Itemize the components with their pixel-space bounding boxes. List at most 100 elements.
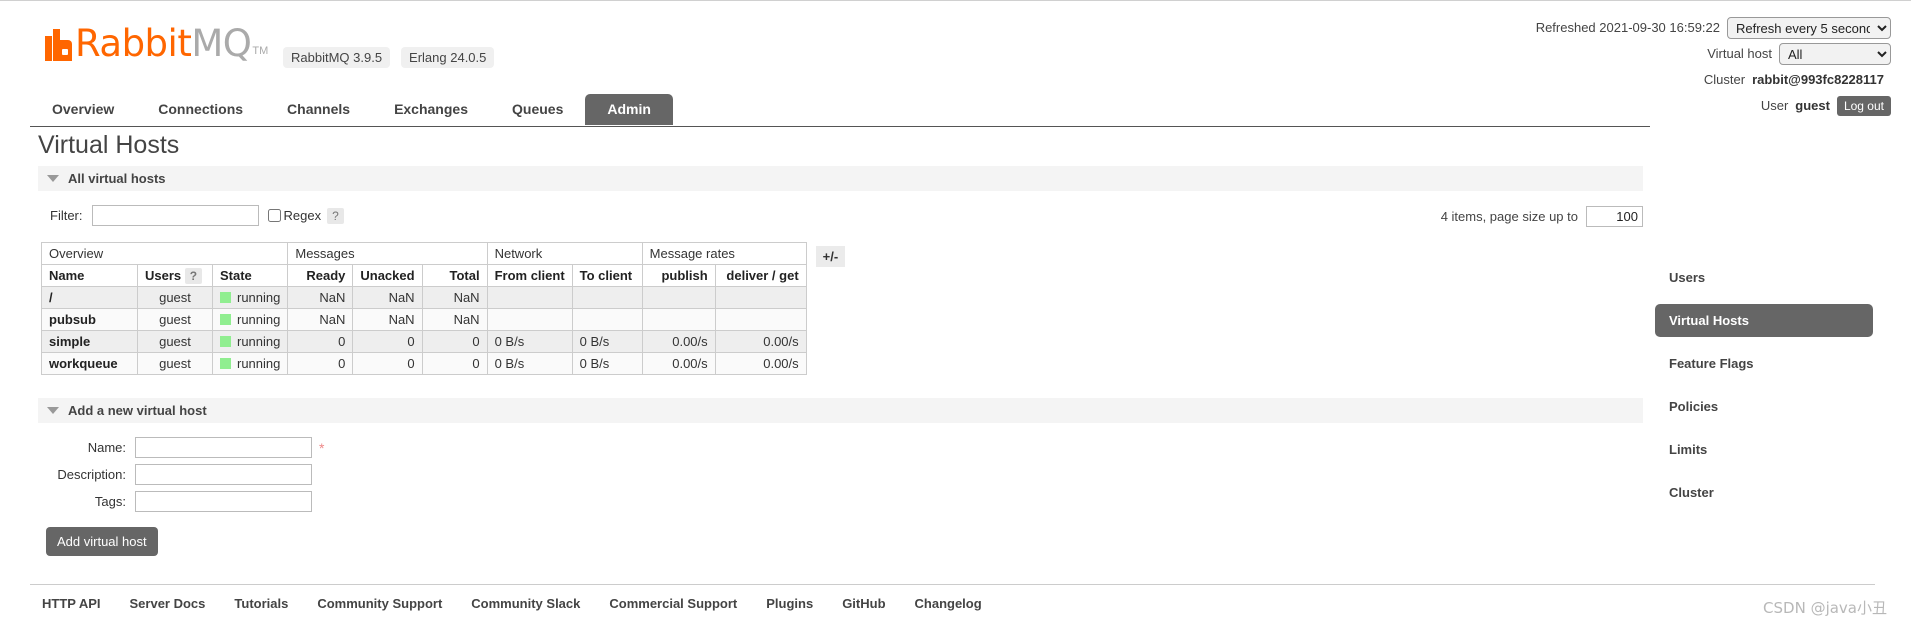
group-header-message-rates: Message rates <box>641 242 807 265</box>
logo-trademark: TM <box>252 45 269 57</box>
add-vhost-section: Add a new virtual host Name: * Descripti… <box>38 398 1643 556</box>
footer-link-http-api[interactable]: HTTP API <box>42 596 101 611</box>
cell-vhost-name[interactable]: pubsub <box>41 308 138 331</box>
col-header-publish[interactable]: publish <box>641 264 716 287</box>
nav-tab-channels[interactable]: Channels <box>265 94 372 125</box>
cell-unacked: 0 <box>352 352 423 375</box>
group-header-messages: Messages <box>287 242 488 265</box>
footer-link-community-slack[interactable]: Community Slack <box>471 596 580 611</box>
cell-deliver-get <box>714 308 807 331</box>
refresh-interval-select[interactable]: Refresh every 5 seconds <box>1727 16 1891 39</box>
nav-tab-admin[interactable]: Admin <box>585 94 673 125</box>
users-help-icon[interactable]: ? <box>184 268 203 284</box>
cell-state: running <box>211 352 289 375</box>
logo-text-mq: MQ <box>191 22 252 65</box>
cell-state: running <box>211 286 289 309</box>
table-row[interactable]: / guest running NaN NaN NaN <box>41 286 853 309</box>
required-marker: * <box>319 439 325 456</box>
state-indicator-icon <box>220 358 231 369</box>
state-text: running <box>237 356 281 371</box>
table-row[interactable]: workqueue guest running 0 0 0 0 B/s 0 B/… <box>41 352 853 375</box>
col-header-users[interactable]: Users ? <box>137 264 213 287</box>
footer-link-changelog[interactable]: Changelog <box>915 596 982 611</box>
cell-to-client: 0 B/s <box>571 330 643 353</box>
vhost-filter-select[interactable]: All <box>1779 42 1891 65</box>
nav-tab-queues[interactable]: Queues <box>490 94 585 125</box>
col-header-to-client[interactable]: To client <box>571 264 643 287</box>
vhost-name-input[interactable] <box>135 437 312 458</box>
virtual-hosts-table: Overview Messages Network Message rates … <box>40 242 853 375</box>
pagination-controls: 4 items, page size up to <box>1441 206 1643 227</box>
sidebar-item-limits[interactable]: Limits <box>1655 433 1873 466</box>
user-label: User <box>1760 98 1789 113</box>
filter-input[interactable] <box>91 205 259 226</box>
vhost-tags-input[interactable] <box>135 491 312 512</box>
cell-vhost-name[interactable]: simple <box>41 330 138 353</box>
footer-link-plugins[interactable]: Plugins <box>766 596 813 611</box>
cluster-name: rabbit@993fc8228117 <box>1752 72 1884 87</box>
filter-row: Filter: Regex ? 4 items, page size up to <box>38 205 1643 231</box>
cell-users: guest <box>137 308 213 331</box>
logout-button[interactable]: Log out <box>1836 95 1891 116</box>
cell-to-client <box>571 308 643 331</box>
footer-link-commercial-support[interactable]: Commercial Support <box>609 596 737 611</box>
cell-deliver-get <box>714 286 807 309</box>
filter-help-icon[interactable]: ? <box>327 207 344 224</box>
add-virtual-host-button[interactable]: Add virtual host <box>46 527 158 556</box>
col-header-unacked[interactable]: Unacked <box>352 264 423 287</box>
cell-publish <box>641 286 716 309</box>
state-indicator-icon <box>220 336 231 347</box>
sidebar-item-policies[interactable]: Policies <box>1655 390 1873 423</box>
nav-tab-connections[interactable]: Connections <box>136 94 265 125</box>
add-vhost-title: Add a new virtual host <box>68 403 207 418</box>
vhost-description-input[interactable] <box>135 464 312 485</box>
rabbitmq-management-page: Rabbit MQ TM RabbitMQ 3.9.5 Erlang 24.0.5… <box>0 0 1911 624</box>
nav-tab-exchanges[interactable]: Exchanges <box>372 94 490 125</box>
cell-state: running <box>211 330 289 353</box>
cell-to-client: 0 B/s <box>571 352 643 375</box>
all-virtual-hosts-section-header[interactable]: All virtual hosts <box>38 166 1643 191</box>
rabbitmq-logo-icon <box>45 29 72 61</box>
state-text: running <box>237 290 281 305</box>
rabbitmq-logo[interactable]: Rabbit MQ TM <box>45 22 269 65</box>
footer-link-server-docs[interactable]: Server Docs <box>130 596 206 611</box>
cell-from-client <box>486 308 573 331</box>
column-toggle-cell: +/- <box>806 242 853 287</box>
table-row[interactable]: simple guest running 0 0 0 0 B/s 0 B/s 0… <box>41 330 853 353</box>
footer-link-github[interactable]: GitHub <box>842 596 885 611</box>
cell-vhost-name[interactable]: / <box>41 286 138 309</box>
nav-underline <box>30 126 1650 127</box>
regex-checkbox[interactable] <box>267 209 281 222</box>
col-header-deliver-get[interactable]: deliver / get <box>714 264 807 287</box>
version-badges: RabbitMQ 3.9.5 Erlang 24.0.5 <box>283 47 495 68</box>
name-field-label: Name: <box>87 440 126 455</box>
collapse-triangle-icon <box>47 407 59 414</box>
col-header-state[interactable]: State <box>211 264 289 287</box>
virtual-hosts-table-wrapper: Overview Messages Network Message rates … <box>40 242 1643 375</box>
sidebar-item-cluster[interactable]: Cluster <box>1655 476 1873 509</box>
col-header-ready[interactable]: Ready <box>287 264 354 287</box>
col-header-total[interactable]: Total <box>421 264 488 287</box>
nav-tab-overview[interactable]: Overview <box>30 94 136 125</box>
cell-ready: NaN <box>287 286 354 309</box>
add-vhost-section-header[interactable]: Add a new virtual host <box>38 398 1643 423</box>
state-indicator-icon <box>220 314 231 325</box>
sidebar-item-users[interactable]: Users <box>1655 261 1873 294</box>
page-size-input[interactable] <box>1586 206 1643 227</box>
cell-unacked: 0 <box>352 330 423 353</box>
header-controls: Refreshed 2021-09-30 16:59:22 Refresh ev… <box>1535 16 1891 121</box>
sidebar-item-virtual-hosts[interactable]: Virtual Hosts <box>1655 304 1873 337</box>
refreshed-timestamp: Refreshed 2021-09-30 16:59:22 <box>1535 20 1720 35</box>
col-header-name[interactable]: Name <box>41 264 138 287</box>
cell-vhost-name[interactable]: workqueue <box>41 352 138 375</box>
col-header-from-client[interactable]: From client <box>486 264 573 287</box>
cell-from-client: 0 B/s <box>486 352 573 375</box>
sidebar-item-feature-flags[interactable]: Feature Flags <box>1655 347 1873 380</box>
plus-minus-toggle[interactable]: +/- <box>815 245 846 267</box>
footer-link-tutorials[interactable]: Tutorials <box>234 596 288 611</box>
cluster-row: Cluster rabbit@993fc8228117 <box>1536 69 1891 90</box>
footer-link-community-support[interactable]: Community Support <box>317 596 442 611</box>
form-row-name: Name: * <box>46 437 1643 458</box>
cell-ready: 0 <box>287 330 354 353</box>
table-row[interactable]: pubsub guest running NaN NaN NaN <box>41 308 853 331</box>
